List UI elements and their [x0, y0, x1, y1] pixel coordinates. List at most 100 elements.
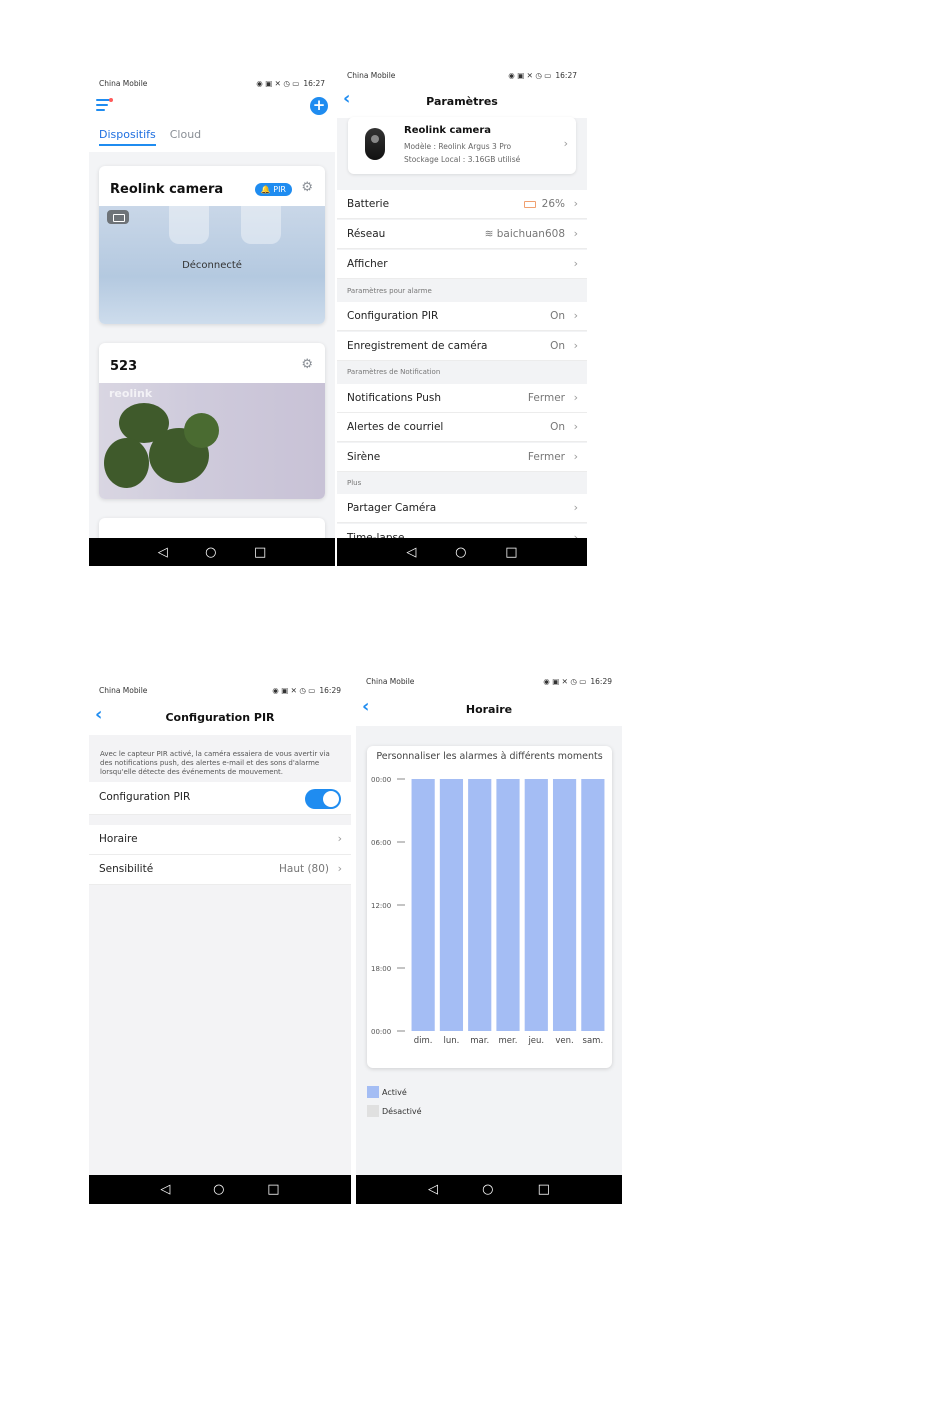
home-nav-icon[interactable]: ○ [455, 546, 466, 559]
device-name: Reolink camera [110, 182, 224, 197]
carrier-label: China Mobile [99, 685, 148, 695]
chevron-right-icon: › [573, 391, 578, 404]
battery-icon [107, 210, 129, 224]
y-tick-label: 06:00 [371, 839, 391, 847]
screen-schedule: China Mobile ◉ ▣ ✕ ◷ ▭ 16:29 ‹ Horaire Pe… [356, 668, 622, 1204]
android-nav-bar: ◁ ○ □ [89, 538, 335, 566]
chevron-right-icon: › [337, 862, 342, 875]
status-icons: ◉ ▣ ✕ ◷ ▭ [508, 70, 552, 80]
schedule-bar-lun[interactable] [439, 779, 464, 1031]
x-tick-label: sam. [583, 1036, 604, 1046]
page-title: Paramètres [426, 95, 498, 108]
row-pir-toggle[interactable]: Configuration PIR [89, 782, 351, 815]
recent-nav-icon[interactable]: □ [254, 546, 266, 559]
schedule-bar-mar[interactable] [468, 779, 492, 1031]
status-icons: ◉ ▣ ✕ ◷ ▭ [272, 685, 316, 695]
pir-toggle-switch[interactable] [305, 789, 341, 809]
y-tick-label: 00:00 [371, 1028, 391, 1036]
row-recording[interactable]: Enregistrement de caméra On › [337, 332, 587, 361]
legend-swatch-inactive [367, 1105, 379, 1117]
row-sensitivity[interactable]: Sensibilité Haut (80) › [89, 855, 351, 885]
chevron-right-icon: › [573, 227, 578, 240]
tab-cloud[interactable]: Cloud [170, 128, 201, 146]
pir-description: Avec le capteur PIR activé, la caméra es… [100, 750, 330, 776]
row-battery[interactable]: Batterie 26% › [337, 190, 587, 219]
legend-swatch-active [367, 1086, 379, 1098]
screen-settings: China Mobile ◉ ▣ ✕ ◷ ▭ 16:27 ‹ Paramètres… [337, 62, 587, 566]
row-share[interactable]: Partager Caméra › [337, 494, 587, 523]
row-email-alerts[interactable]: Alertes de courriel On › [337, 413, 587, 442]
chevron-right-icon: › [573, 420, 578, 433]
schedule-bar-jeu[interactable] [524, 779, 548, 1031]
battery-low-icon [523, 200, 536, 208]
recent-nav-icon[interactable]: □ [538, 1183, 550, 1196]
back-nav-icon[interactable]: ◁ [158, 546, 168, 559]
wifi-icon: ≋ [484, 228, 494, 240]
device-card-reolink[interactable]: Reolink camera 🔔 PIR ⚙ Déconnecté [99, 166, 325, 324]
chevron-right-icon: › [337, 832, 342, 845]
home-nav-icon[interactable]: ○ [213, 1183, 224, 1196]
device-info-card[interactable]: Reolink camera Modèle : Reolink Argus 3 … [348, 117, 576, 174]
device-card-523[interactable]: 523 ⚙ reolink [99, 343, 325, 499]
back-nav-icon[interactable]: ◁ [406, 546, 416, 559]
chevron-right-icon: › [563, 137, 568, 150]
y-tick-label: 18:00 [371, 965, 391, 973]
row-push[interactable]: Notifications Push Fermer › [337, 384, 587, 413]
schedule-bar-dim[interactable] [411, 779, 435, 1031]
schedule-chart-card: Personnaliser les alarmes à différents m… [367, 746, 612, 1068]
x-tick-label: jeu. [527, 1036, 544, 1046]
screen-pir-config: China Mobile ◉ ▣ ✕ ◷ ▭ 16:29 ‹ Configurat… [89, 677, 351, 1204]
carrier-label: China Mobile [99, 78, 148, 88]
clock: 16:27 [303, 78, 325, 88]
x-tick-label: ven. [555, 1036, 573, 1046]
home-nav-icon[interactable]: ○ [205, 546, 216, 559]
gear-icon[interactable]: ⚙ [301, 180, 313, 195]
watermark: reolink [109, 387, 153, 400]
status-bar: China Mobile ◉ ▣ ✕ ◷ ▭ 16:27 [337, 62, 587, 88]
device-name: Reolink camera [404, 125, 492, 136]
section-alarm: Paramètres pour alarme [347, 287, 432, 295]
x-tick-label: lun. [444, 1036, 460, 1046]
add-device-icon[interactable]: + [310, 97, 328, 115]
tab-devices[interactable]: Dispositifs [99, 128, 156, 146]
schedule-bar-mer[interactable] [496, 779, 520, 1031]
clock: 16:29 [590, 676, 612, 686]
row-display[interactable]: Afficher › [337, 250, 587, 279]
status-bar: China Mobile ◉ ▣ ✕ ◷ ▭ 16:29 [356, 668, 622, 694]
legend-active: Activé [367, 1086, 407, 1098]
status-bar: China Mobile ◉ ▣ ✕ ◷ ▭ 16:29 [89, 677, 351, 703]
camera-preview[interactable]: Déconnecté [99, 206, 325, 324]
recent-nav-icon[interactable]: □ [505, 546, 517, 559]
camera-preview[interactable]: reolink [99, 383, 325, 499]
android-nav-bar: ◁ ○ □ [89, 1175, 351, 1204]
row-network[interactable]: Réseau ≋ baichuan608 › [337, 220, 587, 249]
recent-nav-icon[interactable]: □ [267, 1183, 279, 1196]
y-tick-label: 12:00 [371, 902, 391, 910]
schedule-bar-sam[interactable] [581, 779, 605, 1031]
connection-status: Déconnecté [182, 260, 242, 271]
status-icons: ◉ ▣ ✕ ◷ ▭ [256, 78, 300, 88]
clock: 16:29 [319, 685, 341, 695]
device-tabs: Dispositifs Cloud [99, 128, 201, 146]
device-storage: Stockage Local : 3.16GB utilisé [404, 155, 521, 164]
device-model: Modèle : Reolink Argus 3 Pro [404, 142, 512, 151]
row-pir-config[interactable]: Configuration PIR On › [337, 302, 587, 331]
chevron-right-icon: › [573, 197, 578, 210]
schedule-bar-ven[interactable] [552, 779, 577, 1031]
section-notification: Paramètres de Notification [347, 368, 441, 376]
row-schedule[interactable]: Horaire › [89, 825, 351, 855]
status-icons: ◉ ▣ ✕ ◷ ▭ [543, 676, 587, 686]
x-tick-label: mar. [470, 1036, 489, 1046]
carrier-label: China Mobile [366, 676, 415, 686]
gear-icon[interactable]: ⚙ [301, 357, 313, 372]
schedule-chart[interactable]: 00:00 06:00 12:00 18:00 00:00 dim. lun. mar. mer… [367, 746, 612, 1068]
x-tick-label: dim. [414, 1036, 433, 1046]
section-more: Plus [347, 479, 362, 487]
row-siren[interactable]: Sirène Fermer › [337, 443, 587, 472]
pir-badge[interactable]: 🔔 PIR [254, 183, 292, 196]
chevron-right-icon: › [573, 257, 578, 270]
status-bar: China Mobile ◉ ▣ ✕ ◷ ▭ 16:27 [89, 70, 335, 96]
back-nav-icon[interactable]: ◁ [160, 1183, 170, 1196]
back-nav-icon[interactable]: ◁ [428, 1183, 438, 1196]
home-nav-icon[interactable]: ○ [482, 1183, 493, 1196]
